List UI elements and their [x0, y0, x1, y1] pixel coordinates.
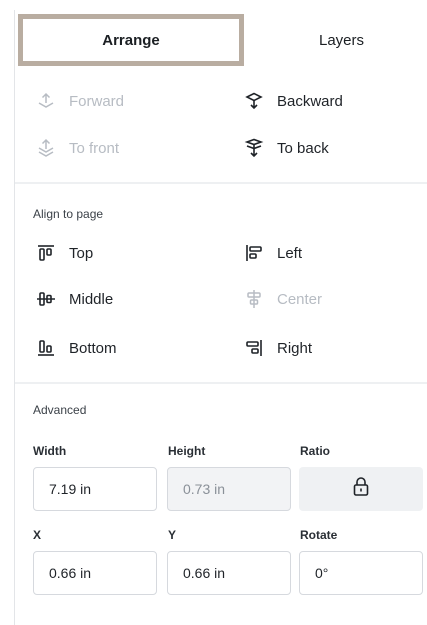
align-bottom-label: Bottom: [69, 339, 117, 357]
align-bottom-button[interactable]: Bottom: [35, 337, 117, 359]
height-value: 0.73 in: [183, 481, 226, 497]
align-left-button[interactable]: Left: [243, 242, 302, 264]
x-input[interactable]: 0.66 in: [33, 551, 157, 595]
height-input[interactable]: 0.73 in: [167, 467, 291, 511]
to-front-button[interactable]: To front: [35, 137, 119, 159]
rotate-label: Rotate: [300, 528, 338, 542]
align-middle-label: Middle: [69, 290, 114, 308]
tab-bar: Arrange Layers: [15, 10, 427, 68]
forward-label: Forward: [69, 92, 125, 110]
align-section-title: Align to page: [33, 207, 104, 221]
tab-arrange[interactable]: Arrange: [18, 14, 244, 66]
to-back-button[interactable]: To back: [243, 137, 329, 159]
align-bottom-icon: [35, 337, 57, 359]
forward-icon: [35, 90, 57, 112]
position-panel: Arrange Layers Forward Backward To front…: [14, 10, 427, 625]
forward-button[interactable]: Forward: [35, 90, 124, 112]
align-center-button[interactable]: Center: [243, 288, 322, 310]
y-input[interactable]: 0.66 in: [167, 551, 291, 595]
align-right-label: Right: [277, 339, 313, 357]
width-value: 7.19 in: [49, 481, 92, 497]
lock-icon: [351, 476, 371, 503]
width-label: Width: [33, 444, 67, 458]
advanced-section-title: Advanced: [33, 403, 87, 417]
align-top-button[interactable]: Top: [35, 242, 93, 264]
ratio-label: Ratio: [300, 444, 330, 458]
rotate-input[interactable]: 0°: [299, 551, 423, 595]
align-middle-icon: [35, 288, 57, 310]
rotate-value: 0°: [315, 565, 329, 581]
backward-icon: [243, 90, 265, 112]
width-input[interactable]: 7.19 in: [33, 467, 157, 511]
align-top-icon: [35, 242, 57, 264]
backward-button[interactable]: Backward: [243, 90, 343, 112]
ratio-lock-button[interactable]: [299, 467, 423, 511]
y-label: Y: [168, 528, 177, 542]
align-center-label: Center: [277, 290, 323, 308]
x-label: X: [33, 528, 42, 542]
align-left-label: Left: [277, 244, 303, 262]
to-back-icon: [243, 137, 265, 159]
divider: [15, 182, 427, 184]
tab-layers[interactable]: Layers: [255, 14, 427, 66]
y-value: 0.66 in: [183, 565, 226, 581]
divider: [15, 382, 427, 384]
to-back-label: To back: [277, 139, 329, 157]
to-front-label: To front: [69, 139, 120, 157]
tab-arrange-label: Arrange: [102, 31, 160, 49]
align-middle-button[interactable]: Middle: [35, 288, 113, 310]
align-left-icon: [243, 242, 265, 264]
tab-layers-label: Layers: [318, 31, 365, 49]
align-right-icon: [243, 337, 265, 359]
align-top-label: Top: [69, 244, 94, 262]
align-right-button[interactable]: Right: [243, 337, 312, 359]
height-label: Height: [168, 444, 206, 458]
align-center-icon: [243, 288, 265, 310]
to-front-icon: [35, 137, 57, 159]
x-value: 0.66 in: [49, 565, 92, 581]
backward-label: Backward: [277, 92, 343, 110]
